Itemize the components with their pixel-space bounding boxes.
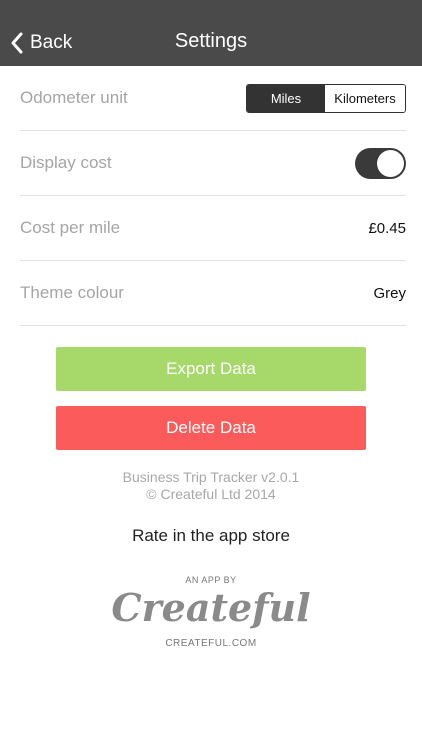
- createful-logo[interactable]: Createful: [0, 585, 422, 630]
- copyright-text: © Createful Ltd 2014: [146, 486, 276, 502]
- toggle-knob: [377, 149, 404, 177]
- display-cost-row: Display cost: [20, 131, 406, 196]
- export-data-button[interactable]: Export Data: [56, 347, 366, 391]
- rate-app-link[interactable]: Rate in the app store: [0, 526, 422, 546]
- odometer-unit-row: Odometer unit Miles Kilometers: [20, 66, 406, 131]
- cost-per-mile-label: Cost per mile: [20, 218, 121, 237]
- display-cost-label: Display cost: [20, 153, 112, 172]
- page-title: Settings: [174, 30, 248, 52]
- an-app-by-label: AN APP BY: [185, 575, 237, 585]
- miles-option[interactable]: Miles: [247, 84, 325, 112]
- theme-colour-row[interactable]: Theme colour Grey: [20, 261, 406, 326]
- cost-per-mile-value: £0.45: [368, 219, 406, 237]
- app-version: Business Trip Tracker v2.0.1: [122, 469, 300, 485]
- odometer-unit-label: Odometer unit: [20, 88, 128, 107]
- theme-colour-label: Theme colour: [20, 283, 124, 302]
- delete-data-button[interactable]: Delete Data: [56, 406, 366, 450]
- odometer-unit-segmented-control[interactable]: Miles Kilometers: [246, 83, 406, 113]
- kilometers-option[interactable]: Kilometers: [325, 84, 405, 112]
- createful-website-link[interactable]: CREATEFUL.COM: [0, 638, 422, 649]
- display-cost-toggle[interactable]: [355, 147, 406, 179]
- theme-colour-value: Grey: [373, 284, 406, 302]
- cost-per-mile-row[interactable]: Cost per mile £0.45: [20, 196, 406, 261]
- navigation-bar: Back Settings: [0, 0, 422, 66]
